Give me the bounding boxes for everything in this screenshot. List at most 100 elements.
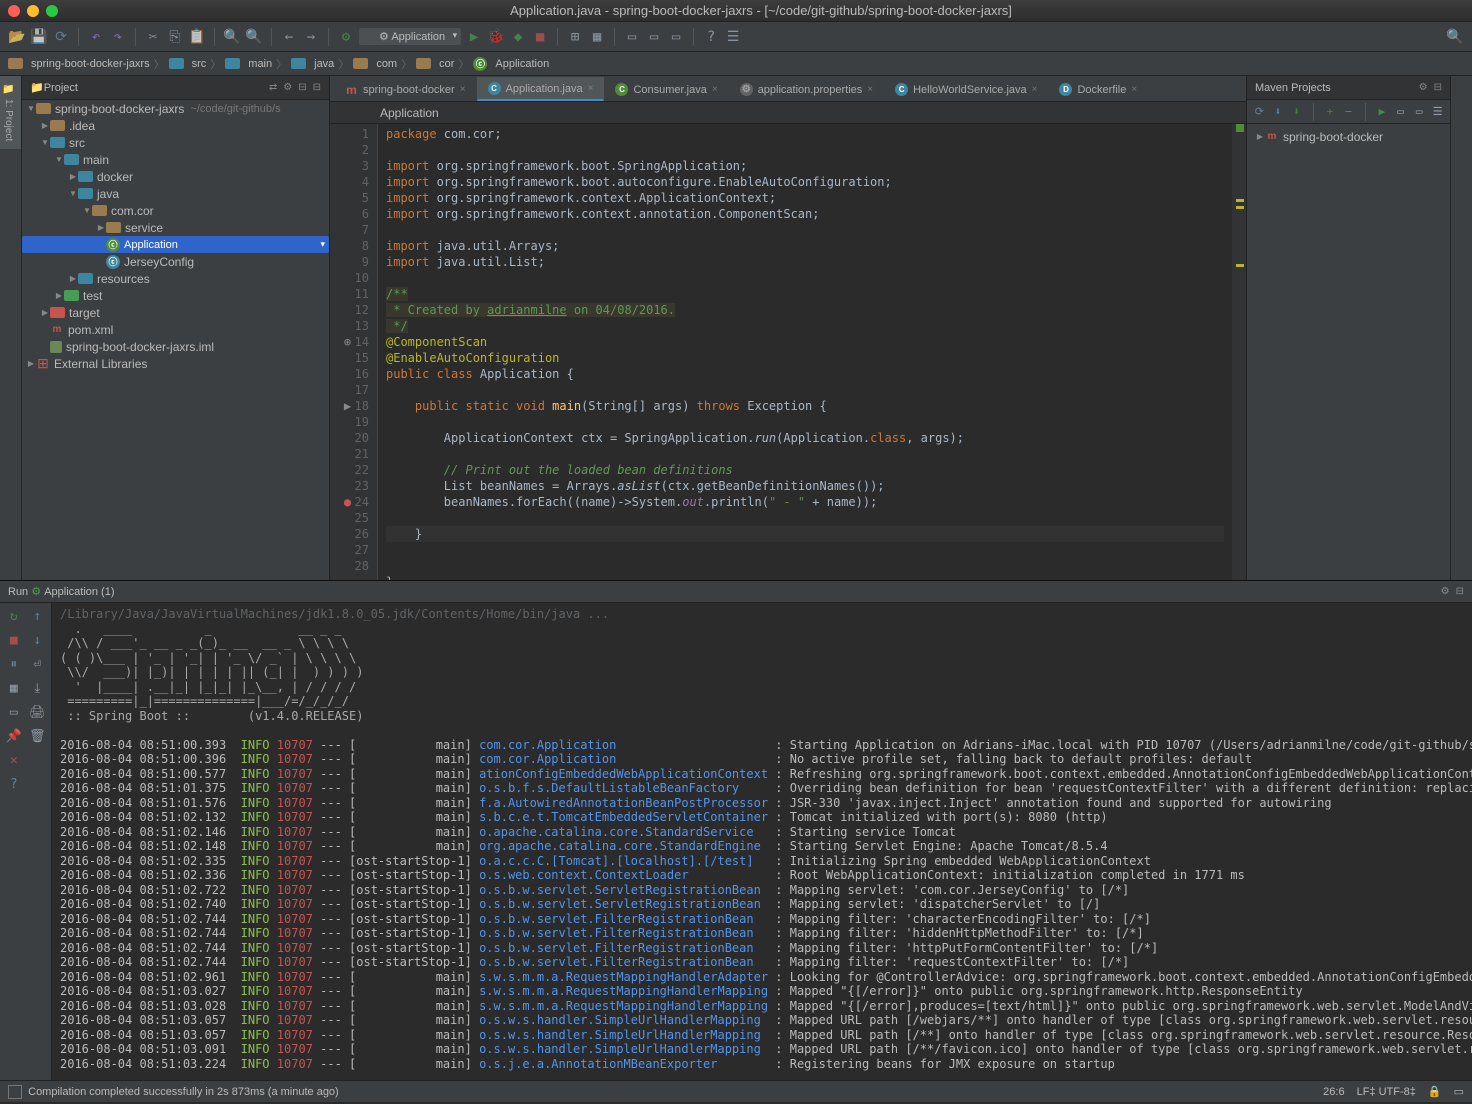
stop-icon[interactable]: ■: [531, 28, 549, 46]
build-icon[interactable]: ⚙: [337, 28, 355, 46]
pin-icon[interactable]: 📌: [5, 727, 23, 745]
maximize-window[interactable]: [46, 5, 58, 17]
panel-hide-icon[interactable]: ⊟: [313, 82, 321, 93]
tree-node[interactable]: mpom.xml: [22, 321, 329, 338]
debug-icon[interactable]: 🐞: [487, 28, 505, 46]
refresh-icon[interactable]: ⟳: [52, 28, 70, 46]
panel-gear-icon[interactable]: ⚙: [283, 82, 292, 93]
expand-arrow-icon[interactable]: ▶: [40, 308, 50, 317]
editor-tab[interactable]: CHelloWorldService.java×: [884, 78, 1048, 101]
tool-icon[interactable]: ☰: [1431, 104, 1444, 120]
expand-arrow-icon[interactable]: ▼: [40, 138, 50, 147]
open-icon[interactable]: 📂: [8, 28, 26, 46]
maven-root[interactable]: ▶ m spring-boot-docker: [1251, 128, 1446, 145]
cursor-position[interactable]: 26:6: [1323, 1086, 1344, 1098]
tree-node[interactable]: ▼spring-boot-docker-jaxrs~/code/git-gith…: [22, 100, 329, 117]
editor-tab[interactable]: CApplication.java×: [477, 77, 605, 101]
expand-arrow-icon[interactable]: ▶: [54, 291, 64, 300]
stop-icon[interactable]: ■: [5, 631, 23, 649]
help-icon[interactable]: ?: [702, 28, 720, 46]
undo-icon[interactable]: ↶: [87, 28, 105, 46]
save-icon[interactable]: 💾: [30, 28, 48, 46]
tree-node[interactable]: ▶service: [22, 219, 329, 236]
close-window[interactable]: [8, 5, 20, 17]
help-icon[interactable]: ?: [5, 775, 23, 793]
search-icon[interactable]: 🔍: [1446, 28, 1464, 46]
tree-node[interactable]: ▶⊞External Libraries: [22, 355, 329, 372]
tool-icon[interactable]: ▭: [667, 28, 685, 46]
tree-node[interactable]: ⓒApplication: [22, 236, 329, 253]
panel-collapse-icon[interactable]: ⊟: [298, 82, 306, 93]
add-icon[interactable]: +: [1324, 104, 1337, 120]
cut-icon[interactable]: ✂: [144, 28, 162, 46]
tree-node[interactable]: ▼src: [22, 134, 329, 151]
editor-scrollbar[interactable]: [1232, 124, 1246, 580]
expand-arrow-icon[interactable]: ▼: [82, 206, 92, 215]
lock-icon[interactable]: 🔒: [1428, 1085, 1442, 1098]
tree-node[interactable]: ▼java: [22, 185, 329, 202]
run-config-select[interactable]: ⚙ Application: [359, 28, 461, 45]
tree-node[interactable]: ▼com.cor: [22, 202, 329, 219]
close-tab-icon[interactable]: ×: [460, 84, 466, 95]
panel-gear-icon[interactable]: ⚙: [1419, 82, 1428, 93]
tool-icon[interactable]: ▭: [1394, 104, 1407, 120]
expand-arrow-icon[interactable]: ▶: [96, 223, 106, 232]
tree-node[interactable]: ⓒJerseyConfig: [22, 253, 329, 270]
redo-icon[interactable]: ↷: [109, 28, 127, 46]
tree-node[interactable]: spring-boot-docker-jaxrs.iml: [22, 338, 329, 355]
expand-arrow-icon[interactable]: ▼: [68, 189, 78, 198]
editor-tab[interactable]: DDockerfile×: [1048, 78, 1148, 101]
close-icon[interactable]: ✕: [5, 751, 23, 769]
expand-arrow-icon[interactable]: ▶: [68, 172, 78, 181]
tool-icon[interactable]: ☰: [724, 28, 742, 46]
expand-arrow-icon[interactable]: ▼: [54, 155, 64, 164]
minimize-window[interactable]: [27, 5, 39, 17]
warning-marker[interactable]: [1236, 206, 1244, 209]
console-output[interactable]: /Library/Java/JavaVirtualMachines/jdk1.8…: [52, 603, 1472, 1080]
status-indicator[interactable]: [8, 1085, 22, 1099]
breadcrumb-item[interactable]: cor: [416, 58, 454, 70]
panel-gear-icon[interactable]: ⚙: [1441, 586, 1450, 597]
up-icon[interactable]: ↑: [28, 607, 46, 625]
down-icon[interactable]: ↓: [28, 631, 46, 649]
scroll-icon[interactable]: ⤓: [28, 679, 46, 697]
encoding[interactable]: LF‡ UTF-8‡: [1357, 1086, 1416, 1098]
coverage-icon[interactable]: ◆: [509, 28, 527, 46]
generate-icon[interactable]: ⬇: [1272, 104, 1285, 120]
back-icon[interactable]: ←: [280, 28, 298, 46]
code-editor[interactable]: package com.cor; import org.springframew…: [378, 124, 1232, 580]
panel-hide-icon[interactable]: ⊟: [1456, 586, 1464, 597]
project-tool-tab[interactable]: 📁 1: Project: [0, 76, 21, 149]
expand-arrow-icon[interactable]: ▶: [26, 359, 36, 368]
tool-icon[interactable]: ▦: [588, 28, 606, 46]
expand-arrow-icon[interactable]: ▼: [26, 104, 36, 113]
tool-icon[interactable]: ▭: [645, 28, 663, 46]
wrap-icon[interactable]: ⏎: [28, 655, 46, 673]
rerun-icon[interactable]: ↻: [5, 607, 23, 625]
copy-icon[interactable]: ⎘: [166, 28, 184, 46]
close-tab-icon[interactable]: ×: [588, 83, 594, 94]
tree-node[interactable]: ▶.idea: [22, 117, 329, 134]
project-tree[interactable]: ▼spring-boot-docker-jaxrs~/code/git-gith…: [22, 100, 329, 580]
breadcrumb-item[interactable]: main: [225, 58, 272, 70]
run-icon[interactable]: ▶: [465, 28, 483, 46]
breadcrumb-item[interactable]: src: [169, 58, 207, 70]
warning-marker[interactable]: [1236, 199, 1244, 202]
run-icon[interactable]: ▶: [1376, 104, 1389, 120]
breadcrumb-item[interactable]: com: [353, 58, 397, 70]
tool-icon[interactable]: ▭: [5, 703, 23, 721]
editor-tab[interactable]: CConsumer.java×: [604, 78, 728, 101]
breadcrumb-item[interactable]: java: [291, 58, 334, 70]
panel-options-icon[interactable]: ⇄: [269, 82, 277, 93]
close-tab-icon[interactable]: ×: [712, 84, 718, 95]
gutter[interactable]: 12345678910111213⊕14151617▶181920212223●…: [330, 124, 378, 580]
editor-tab[interactable]: mspring-boot-docker×: [334, 78, 477, 101]
expand-arrow-icon[interactable]: ▶: [40, 121, 50, 130]
tree-node[interactable]: ▶resources: [22, 270, 329, 287]
tree-node[interactable]: ▶docker: [22, 168, 329, 185]
tool-icon[interactable]: ▭: [1454, 1085, 1464, 1098]
replace-icon[interactable]: 🔍: [245, 28, 263, 46]
print-icon[interactable]: 🖨: [28, 703, 46, 721]
close-tab-icon[interactable]: ×: [1032, 84, 1038, 95]
find-icon[interactable]: 🔍: [223, 28, 241, 46]
